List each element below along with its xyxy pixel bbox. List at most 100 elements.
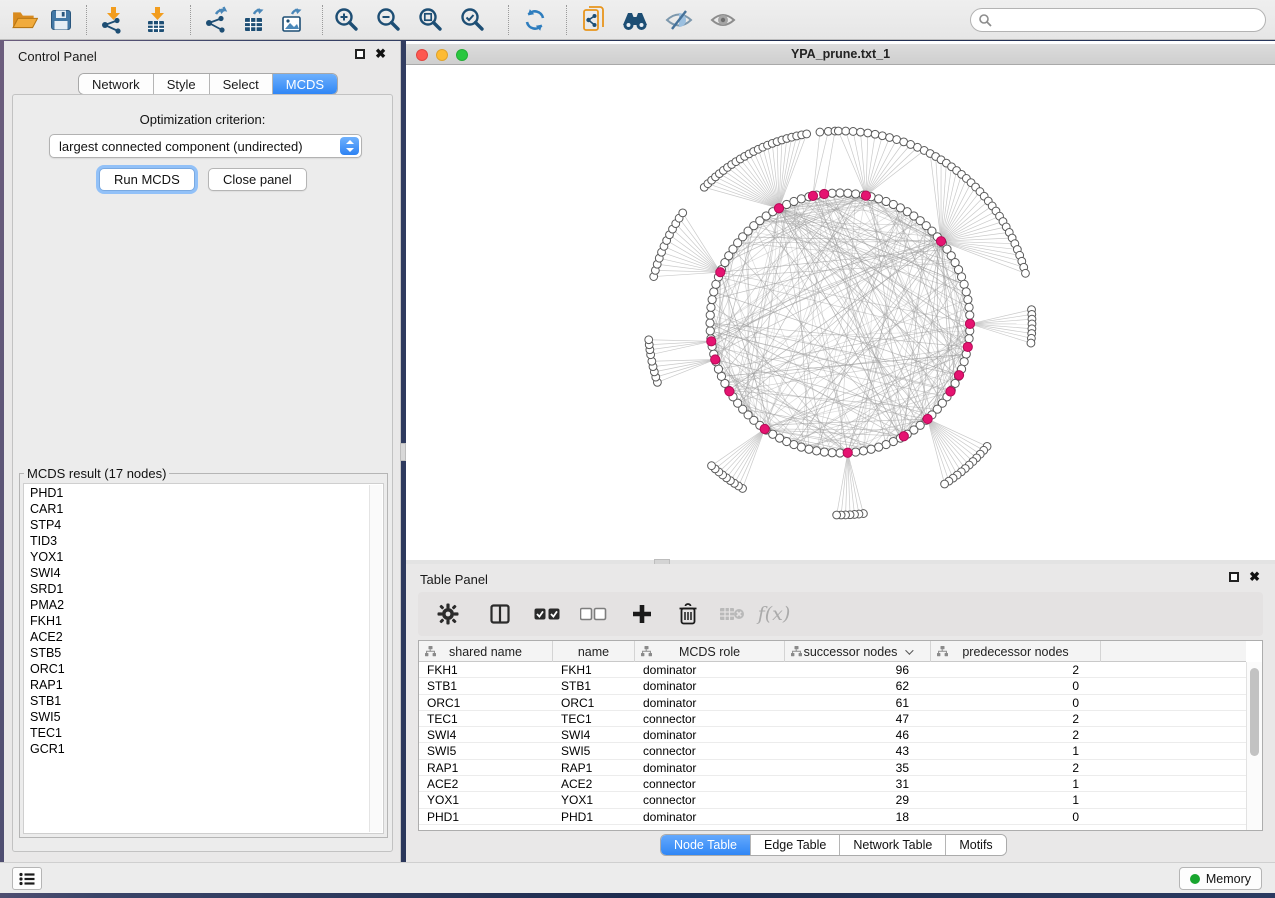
leaf-node[interactable] <box>1022 269 1030 277</box>
new-network-from-selection-icon[interactable] <box>578 5 612 35</box>
result-list-item[interactable]: STB5 <box>24 645 369 661</box>
cell-shared-name[interactable]: TEC1 <box>419 711 553 726</box>
ring-node[interactable] <box>965 303 973 311</box>
cell-shared-name[interactable]: STB1 <box>419 678 553 693</box>
ring-node[interactable] <box>836 189 844 197</box>
result-list-item[interactable]: YOX1 <box>24 549 369 565</box>
import-table-icon[interactable] <box>140 5 174 35</box>
leaf-node[interactable] <box>941 480 949 488</box>
find-icon[interactable] <box>618 5 652 35</box>
result-list-item[interactable]: STP4 <box>24 517 369 533</box>
cell-mcds-role[interactable]: dominator <box>635 695 785 710</box>
cell-successor-nodes[interactable]: 61 <box>785 695 931 710</box>
cell-name[interactable]: PHD1 <box>553 809 635 824</box>
ring-node[interactable] <box>966 311 974 319</box>
cell-name[interactable]: RAP1 <box>553 760 635 775</box>
column-header-mcds-role[interactable]: MCDS role <box>635 641 785 662</box>
cell-successor-nodes[interactable]: 35 <box>785 760 931 775</box>
table-row-tec1[interactable]: TEC1TEC1connector472 <box>419 711 1246 727</box>
zoom-in-icon[interactable] <box>330 5 364 35</box>
cell-shared-name[interactable]: SWI5 <box>419 743 553 758</box>
cell-name[interactable]: YOX1 <box>553 792 635 807</box>
cell-mcds-role[interactable]: dominator <box>635 678 785 693</box>
result-list-scrollbar[interactable] <box>369 485 382 832</box>
ring-node[interactable] <box>875 443 883 451</box>
result-list-item[interactable]: ORC1 <box>24 661 369 677</box>
tab-edge-table[interactable]: Edge Table <box>751 835 840 855</box>
ring-node[interactable] <box>805 445 813 453</box>
mcds-node[interactable] <box>963 342 972 351</box>
ring-node[interactable] <box>962 288 970 296</box>
leaf-node[interactable] <box>834 127 842 135</box>
ring-node[interactable] <box>852 448 860 456</box>
import-network-icon[interactable] <box>96 5 130 35</box>
cell-name[interactable]: ACE2 <box>553 776 635 791</box>
export-network-icon[interactable] <box>200 5 234 35</box>
cell-shared-name[interactable]: YOX1 <box>419 792 553 807</box>
table-row-swi4[interactable]: SWI4SWI4dominator462 <box>419 727 1246 743</box>
ring-node[interactable] <box>708 295 716 303</box>
criterion-select[interactable]: largest connected component (undirected) <box>49 134 362 158</box>
cell-successor-nodes[interactable]: 62 <box>785 678 931 693</box>
ring-node[interactable] <box>710 288 718 296</box>
result-list-item[interactable]: FKH1 <box>24 613 369 629</box>
table-row-orc1[interactable]: ORC1ORC1dominator610 <box>419 695 1246 711</box>
cell-predecessor-nodes[interactable]: 2 <box>931 711 1101 726</box>
ring-node[interactable] <box>812 447 820 455</box>
table-row-yox1[interactable]: YOX1YOX1connector291 <box>419 792 1246 808</box>
cell-shared-name[interactable]: PHD1 <box>419 809 553 824</box>
tab-motifs[interactable]: Motifs <box>946 835 1005 855</box>
column-header-successor-nodes[interactable]: successor nodes <box>785 641 931 662</box>
mcds-node[interactable] <box>936 237 945 246</box>
ring-node[interactable] <box>859 447 867 455</box>
leaf-node[interactable] <box>1027 339 1035 347</box>
select-all-icon[interactable] <box>528 598 568 630</box>
leaf-node[interactable] <box>816 128 824 136</box>
cell-shared-name[interactable]: ACE2 <box>419 776 553 791</box>
delete-row-trash-icon[interactable] <box>668 598 708 630</box>
leaf-node[interactable] <box>878 132 886 140</box>
tab-network-table[interactable]: Network Table <box>840 835 946 855</box>
cell-mcds-role[interactable]: connector <box>635 711 785 726</box>
leaf-node[interactable] <box>679 209 687 217</box>
cell-predecessor-nodes[interactable]: 2 <box>931 662 1101 677</box>
cell-name[interactable]: TEC1 <box>553 711 635 726</box>
ring-node[interactable] <box>706 327 714 335</box>
ring-node[interactable] <box>828 449 836 457</box>
hide-selected-eye-slash-icon[interactable] <box>662 5 696 35</box>
mcds-node[interactable] <box>820 189 829 198</box>
cell-name[interactable]: STB1 <box>553 678 635 693</box>
table-settings-gear-icon[interactable] <box>428 598 468 630</box>
tab-network[interactable]: Network <box>79 74 154 94</box>
leaf-node[interactable] <box>645 336 653 344</box>
table-row-ace2[interactable]: ACE2ACE2connector311 <box>419 776 1246 792</box>
network-graph[interactable] <box>406 66 1275 560</box>
cell-mcds-role[interactable]: dominator <box>635 662 785 677</box>
ring-node[interactable] <box>964 295 972 303</box>
table-scrollbar-thumb[interactable] <box>1250 668 1259 756</box>
cell-mcds-role[interactable]: connector <box>635 792 785 807</box>
ring-node[interactable] <box>797 195 805 203</box>
vertical-splitter-handle[interactable] <box>400 443 406 461</box>
result-list-item[interactable]: PMA2 <box>24 597 369 613</box>
leaf-node[interactable] <box>864 129 872 137</box>
cell-shared-name[interactable]: ORC1 <box>419 695 553 710</box>
cell-name[interactable]: FKH1 <box>553 662 635 677</box>
cell-successor-nodes[interactable]: 96 <box>785 662 931 677</box>
zoom-fit-icon[interactable] <box>414 5 448 35</box>
leaf-node[interactable] <box>871 130 879 138</box>
float-panel-icon[interactable] <box>355 49 365 59</box>
result-list-item[interactable]: STB1 <box>24 693 369 709</box>
result-list-item[interactable]: GCR1 <box>24 741 369 757</box>
leaf-node[interactable] <box>857 128 865 136</box>
cell-mcds-role[interactable]: connector <box>635 743 785 758</box>
mcds-node[interactable] <box>965 319 974 328</box>
tab-style[interactable]: Style <box>154 74 210 94</box>
cell-mcds-role[interactable]: dominator <box>635 727 785 742</box>
save-session-icon[interactable] <box>44 5 78 35</box>
table-row-fkh1[interactable]: FKH1FKH1dominator962 <box>419 662 1246 678</box>
ring-node[interactable] <box>965 335 973 343</box>
result-list-item[interactable]: PHD1 <box>24 485 369 501</box>
table-row-rap1[interactable]: RAP1RAP1dominator352 <box>419 760 1246 776</box>
mcds-node[interactable] <box>760 424 769 433</box>
